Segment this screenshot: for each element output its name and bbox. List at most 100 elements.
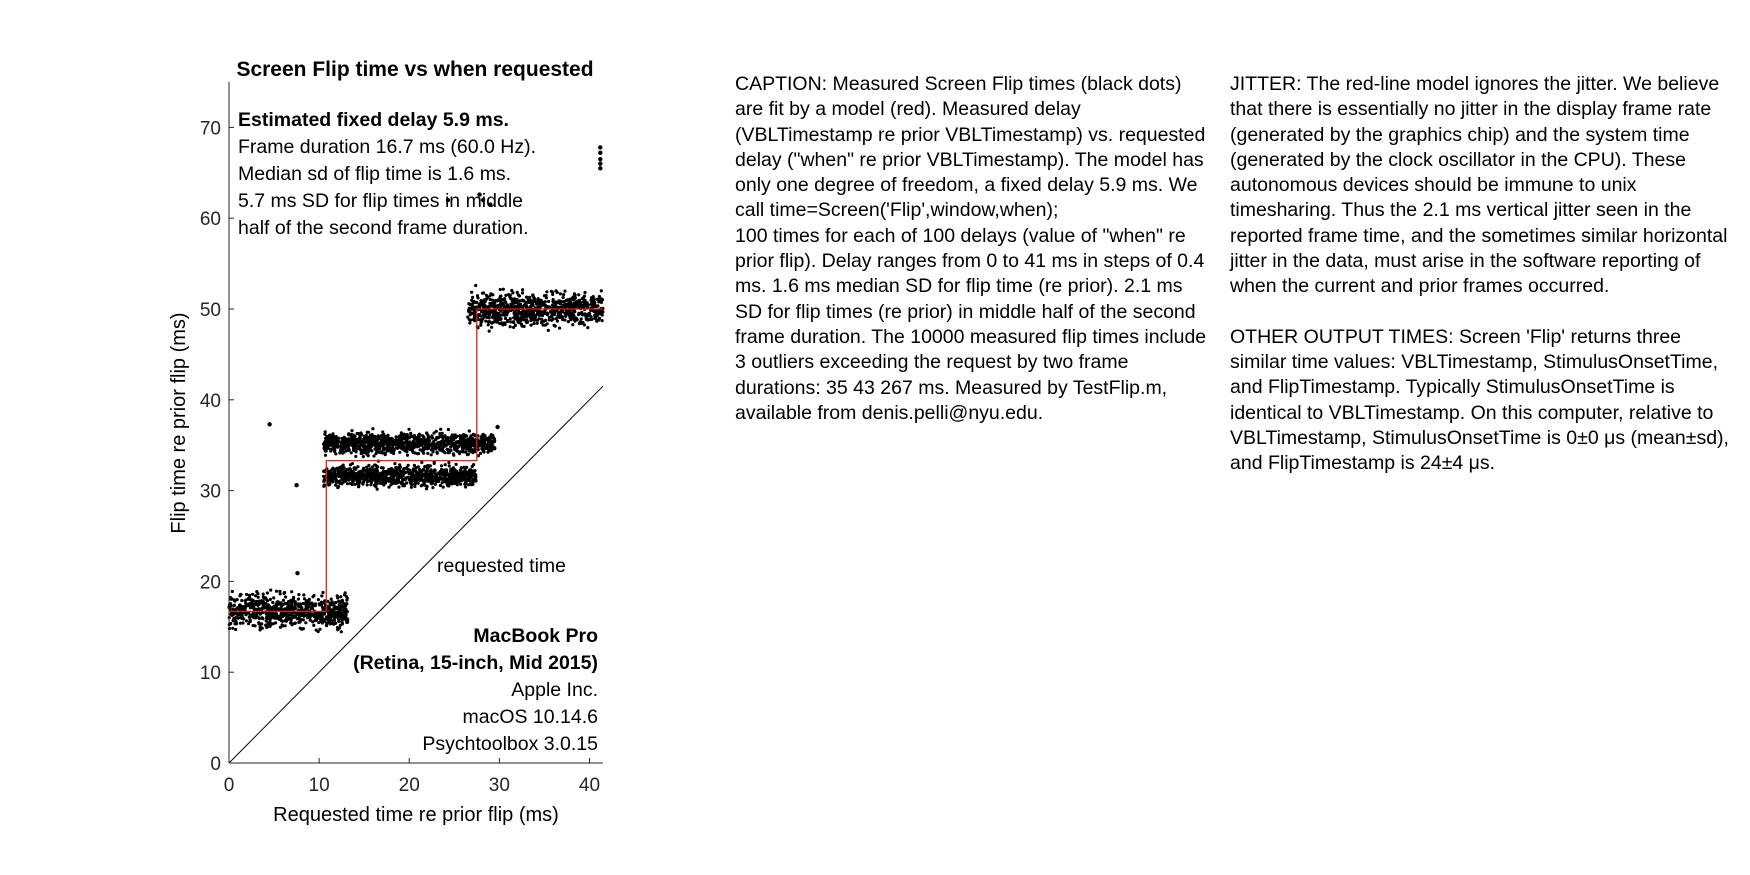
data-point [593,313,597,317]
data-point [498,318,502,322]
data-point [291,597,295,601]
data-point [467,476,471,480]
data-point [260,626,264,630]
data-point [367,430,371,434]
data-point [339,595,343,599]
data-point [563,289,567,293]
info-vendor: Apple Inc. [511,679,598,701]
data-point [253,594,258,598]
data-point [581,296,586,300]
data-point [343,444,347,448]
stats-line-1: Frame duration 16.7 ms (60.0 Hz). [238,136,536,158]
data-point [337,599,341,603]
data-point [402,467,406,471]
data-point [488,297,492,302]
data-point [365,483,369,487]
data-point [306,616,310,620]
data-point [322,484,326,488]
data-point [484,293,488,297]
y-tick-label: 50 [200,300,221,321]
data-point [508,295,512,299]
data-point [416,433,421,438]
data-point [568,301,572,305]
y-tick-label: 40 [200,391,221,412]
data-point [388,447,392,451]
data-point [331,432,335,436]
data-point [404,437,408,441]
data-point [429,481,433,485]
caption-column-left: CAPTION: Measured Screen Flip times (bla… [735,72,1215,426]
data-point [390,438,395,442]
data-point [346,476,350,480]
data-point [600,319,604,323]
data-point [371,435,375,439]
data-point [513,310,517,315]
data-point [493,310,498,314]
data-point [281,598,286,602]
data-point [358,446,362,450]
data-point [350,429,354,433]
data-point [304,599,308,603]
data-point [464,485,468,489]
data-point [513,323,518,327]
data-point [486,315,490,320]
data-point [464,478,468,482]
data-point [290,590,294,594]
data-point [393,462,397,466]
data-point [260,622,264,626]
data-point [274,621,278,625]
stats-title: Estimated fixed delay 5.9 ms. [238,109,509,131]
data-point [338,474,342,478]
data-point [267,612,271,616]
data-point [483,299,487,303]
data-point [515,290,519,294]
data-point [351,433,355,437]
data-point [314,616,318,620]
data-point [460,472,464,476]
data-point [409,485,413,489]
data-point [235,598,239,602]
data-point [365,477,369,481]
data-point [375,438,379,442]
data-point [493,318,497,322]
data-point [421,483,425,487]
data-point [471,318,476,322]
data-point [320,613,324,618]
data-point [467,317,471,321]
data-point [566,320,570,324]
data-point [561,296,565,300]
data-point [354,454,358,458]
data-point [282,591,286,596]
data-point [450,472,454,476]
data-point [359,470,363,474]
data-point [353,482,357,486]
data-point [491,439,496,443]
data-point [450,438,454,442]
data-point [600,313,604,317]
data-point [417,443,421,447]
data-point [563,302,568,306]
data-point [479,323,483,327]
data-point [431,441,435,445]
data-point [331,602,336,606]
data-point [467,308,471,312]
data-point [359,476,363,481]
data-point [345,472,349,476]
data-point [549,289,554,293]
data-point [438,476,442,480]
data-point [538,313,542,317]
data-point [405,453,409,457]
data-point [334,621,338,625]
data-point [403,441,407,445]
data-point [304,621,308,625]
data-point [322,474,326,478]
data-point [363,434,367,438]
data-point [510,288,514,293]
machine-model: (Retina, 15-inch, Mid 2015) [353,652,598,674]
data-point [465,465,469,469]
data-point [327,614,331,618]
data-point [425,478,429,482]
data-point [231,626,235,630]
data-point [510,305,514,309]
data-point [323,430,327,434]
